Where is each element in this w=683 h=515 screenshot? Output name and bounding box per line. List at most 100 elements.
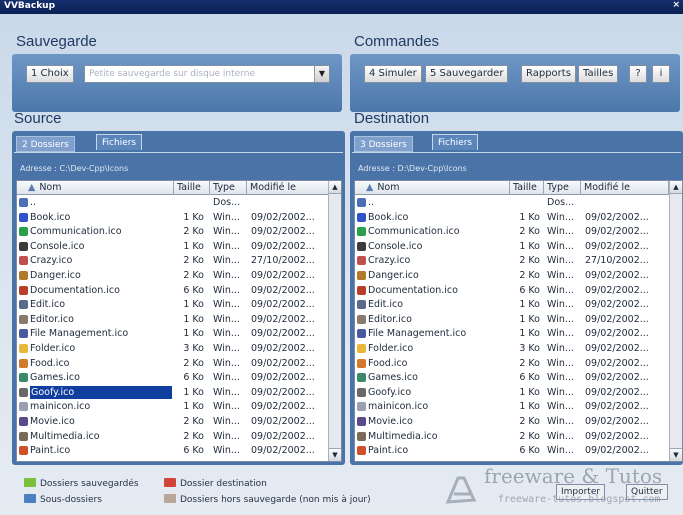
file-row[interactable]: Folder.ico 3 Ko Win... 09/02/2002...	[355, 342, 682, 355]
file-row[interactable]: Edit.ico 1 Ko Win... 09/02/2002...	[17, 298, 341, 311]
col-modifie-header[interactable]: Modifié le	[247, 181, 329, 195]
file-row[interactable]: Editor.ico 1 Ko Win... 09/02/2002...	[17, 313, 341, 326]
file-row[interactable]: Games.ico 6 Ko Win... 09/02/2002...	[355, 371, 682, 384]
sauvegarde-title: Sauvegarde	[16, 33, 97, 50]
cell-type: Win...	[547, 284, 574, 296]
file-icon	[19, 241, 28, 251]
file-row[interactable]: mainicon.ico 1 Ko Win... 09/02/2002...	[355, 400, 682, 413]
file-row[interactable]: Games.ico 6 Ko Win... 09/02/2002...	[17, 371, 341, 384]
info-button[interactable]: i	[652, 65, 670, 83]
legend-swatch	[24, 478, 36, 487]
cell-date: 09/02/2002...	[251, 430, 315, 442]
file-row[interactable]: Console.ico 1 Ko Win... 09/02/2002...	[355, 240, 682, 253]
file-row[interactable]: Movie.ico 2 Ko Win... 09/02/2002...	[17, 415, 341, 428]
tab-source-dossiers[interactable]: 2 Dossiers	[16, 136, 75, 152]
col-taille-header[interactable]: Taille	[510, 181, 544, 195]
file-row[interactable]: Crazy.ico 2 Ko Win... 27/10/2002...	[17, 254, 341, 267]
tab-dest-fichiers[interactable]: Fichiers	[432, 134, 479, 150]
cell-name: mainicon.ico	[368, 401, 429, 413]
cell-name: Folder.ico	[368, 343, 414, 354]
cell-name: Food.ico	[30, 357, 70, 369]
col-nom-header[interactable]: ▲ Nom	[17, 181, 174, 195]
chevron-down-icon[interactable]: ▼	[314, 66, 329, 82]
file-row[interactable]: Communication.ico 2 Ko Win... 09/02/2002...	[17, 225, 341, 238]
cell-name: File Management.ico	[368, 328, 467, 340]
file-row[interactable]: Movie.ico 2 Ko Win... 09/02/2002...	[355, 415, 682, 428]
file-row[interactable]: Crazy.ico 2 Ko Win... 27/10/2002...	[355, 254, 682, 267]
file-icon	[357, 431, 366, 441]
col-nom-header[interactable]: ▲ Nom	[355, 181, 510, 195]
file-icon	[357, 417, 366, 426]
file-row[interactable]: Editor.ico 1 Ko Win... 09/02/2002...	[355, 313, 682, 326]
file-row[interactable]: Food.ico 2 Ko Win... 09/02/2002...	[17, 357, 341, 370]
file-row[interactable]: Documentation.ico 6 Ko Win... 09/02/2002...	[355, 284, 682, 297]
cell-date: 09/02/2002...	[251, 313, 315, 325]
file-row[interactable]: Console.ico 1 Ko Win... 09/02/2002...	[17, 240, 341, 253]
cell-date: 09/02/2002...	[251, 401, 315, 413]
legend-dossier-destination: Dossier destination	[164, 478, 267, 489]
file-row[interactable]: Documentation.ico 6 Ko Win... 09/02/2002...	[17, 284, 341, 297]
destination-address: Adresse : D:\Dev-Cpp\Icons	[358, 164, 467, 173]
file-row[interactable]: mainicon.ico 1 Ko Win... 09/02/2002...	[17, 400, 341, 413]
scroll-up-icon[interactable]: ▲	[329, 181, 341, 194]
file-row[interactable]: .. Dos...	[17, 196, 341, 209]
cell-size: 1 Ko	[519, 240, 540, 252]
file-icon	[357, 212, 366, 222]
cell-type: Dos...	[213, 197, 241, 208]
backup-profile-select[interactable]: Petite sauvegarde sur disque interne ▼	[84, 65, 330, 83]
simuler-button[interactable]: 4 Simuler	[364, 65, 422, 83]
cell-name: Movie.ico	[368, 416, 413, 427]
col-modifie-header[interactable]: Modifié le	[581, 181, 669, 195]
cell-name: Goofy.ico	[368, 386, 412, 398]
file-row[interactable]: Goofy.ico 1 Ko Win... 09/02/2002...	[355, 386, 682, 399]
destination-file-list[interactable]: ▲ Nom Taille Type Modifié le ▲ ▼ .. Dos...…	[354, 180, 683, 462]
rapports-button[interactable]: Rapports	[521, 65, 576, 83]
file-row[interactable]: Danger.ico 2 Ko Win... 09/02/2002...	[17, 269, 341, 282]
file-row[interactable]: Folder.ico 3 Ko Win... 09/02/2002...	[17, 342, 341, 355]
tab-dest-dossiers[interactable]: 3 Dossiers	[354, 136, 413, 152]
tab-divider	[352, 152, 681, 153]
legend-hors-sauvegarde: Dossiers hors sauvegarde (non mis à jour…	[164, 494, 371, 505]
file-row[interactable]: Edit.ico 1 Ko Win... 09/02/2002...	[355, 298, 682, 311]
file-row[interactable]: Paint.ico 6 Ko Win... 09/02/2002...	[355, 444, 682, 457]
col-type-header[interactable]: Type	[544, 181, 581, 195]
col-taille-header[interactable]: Taille	[174, 181, 210, 195]
tailles-button[interactable]: Tailles	[578, 65, 619, 83]
cell-size: 1 Ko	[519, 299, 540, 311]
file-row[interactable]: Book.ico 1 Ko Win... 09/02/2002...	[355, 211, 682, 224]
cell-size: 3 Ko	[183, 343, 204, 354]
help-button[interactable]: ?	[629, 65, 647, 83]
choix-button[interactable]: 1 Choix	[26, 65, 74, 83]
cell-name: ..	[30, 197, 37, 208]
file-row[interactable]: Book.ico 1 Ko Win... 09/02/2002...	[17, 211, 341, 224]
file-row[interactable]: Multimedia.ico 2 Ko Win... 09/02/2002...	[17, 430, 341, 443]
cell-date: 09/02/2002...	[585, 343, 649, 354]
file-row[interactable]: Paint.ico 6 Ko Win... 09/02/2002...	[17, 444, 341, 457]
file-row[interactable]: Danger.ico 2 Ko Win... 09/02/2002...	[355, 269, 682, 282]
cell-name: Edit.ico	[30, 299, 66, 311]
file-icon	[19, 314, 28, 324]
file-row[interactable]: File Management.ico 1 Ko Win... 09/02/2002.…	[355, 327, 682, 340]
cell-name: Book.ico	[30, 211, 71, 223]
source-file-list[interactable]: ▲ Nom Taille Type Modifié le ▲ ▼ .. Dos...…	[16, 180, 342, 462]
cell-date: 09/02/2002...	[585, 386, 649, 398]
tab-source-fichiers[interactable]: Fichiers	[96, 134, 143, 150]
cell-date: 09/02/2002...	[585, 328, 649, 340]
close-icon[interactable]: ×	[672, 0, 680, 10]
cell-date: 09/02/2002...	[251, 226, 315, 238]
file-row[interactable]: Goofy.ico 1 Ko Win... 09/02/2002...	[17, 385, 341, 399]
cell-type: Win...	[547, 445, 574, 457]
file-row[interactable]: File Management.ico 1 Ko Win... 09/02/2002.…	[17, 327, 341, 340]
cell-size: 2 Ko	[183, 226, 204, 238]
col-type-header[interactable]: Type	[210, 181, 247, 195]
sauvegarder-button[interactable]: 5 Sauvegarder	[425, 65, 509, 83]
file-row[interactable]: Food.ico 2 Ko Win... 09/02/2002...	[355, 357, 682, 370]
scroll-up-icon[interactable]: ▲	[670, 181, 682, 194]
file-icon	[19, 358, 28, 368]
file-row[interactable]: Multimedia.ico 2 Ko Win... 09/02/2002...	[355, 430, 682, 443]
cell-name: mainicon.ico	[30, 401, 91, 413]
cell-size: 6 Ko	[183, 284, 204, 296]
file-row[interactable]: Communication.ico 2 Ko Win... 09/02/2002...	[355, 225, 682, 238]
cell-size: 1 Ko	[183, 299, 204, 311]
file-row[interactable]: .. Dos...	[355, 196, 682, 209]
